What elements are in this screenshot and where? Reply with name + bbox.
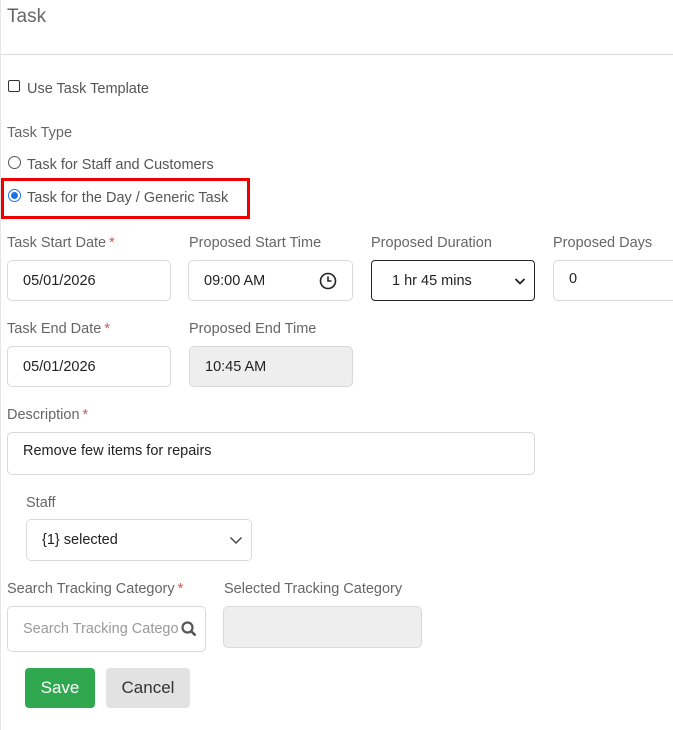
start-time-input[interactable]: 09:00 AM <box>188 260 353 301</box>
duration-value: 1 hr 45 mins <box>392 272 472 289</box>
tracking-search-label: Search Tracking Category * <box>7 581 184 597</box>
days-value: 0 <box>569 271 578 287</box>
required-marker: * <box>82 407 89 423</box>
start-time-label: Proposed Start Time <box>189 235 322 251</box>
use-template-checkbox[interactable] <box>8 80 20 92</box>
task-form-page: Task Use Task Template Task Type Task fo… <box>0 0 673 730</box>
end-time-label: Proposed End Time <box>189 321 317 337</box>
staff-label: Staff <box>26 495 56 511</box>
days-label: Proposed Days <box>553 235 653 251</box>
description-label: Description * <box>7 407 89 423</box>
tracking-selected-input <box>223 606 422 648</box>
radio-staff-customers[interactable] <box>8 156 21 169</box>
start-time-value: 09:00 AM <box>204 272 266 289</box>
page-title: Task <box>7 6 47 27</box>
end-time-input: 10:45 AM <box>189 346 353 387</box>
required-marker: * <box>177 581 184 597</box>
days-input[interactable]: 0 <box>553 260 673 301</box>
search-icon[interactable] <box>181 621 197 637</box>
end-date-label: Task End Date * <box>7 321 110 337</box>
staff-value: {1} selected <box>42 532 118 548</box>
staff-select[interactable]: {1} selected <box>26 519 252 561</box>
duration-label: Proposed Duration <box>371 235 492 251</box>
description-input[interactable]: Remove few items for repairs <box>7 432 535 475</box>
end-date-input[interactable]: 05/01/2026 <box>7 346 171 387</box>
duration-select[interactable]: 1 hr 45 mins <box>371 260 535 301</box>
description-value: Remove few items for repairs <box>23 443 212 459</box>
start-date-input[interactable]: 05/01/2026 <box>7 260 171 301</box>
radio-generic-task[interactable] <box>8 189 21 202</box>
cancel-button[interactable]: Cancel <box>106 668 190 708</box>
chevron-down-icon <box>514 275 526 287</box>
required-marker: * <box>109 235 115 251</box>
start-date-value: 05/01/2026 <box>23 272 96 289</box>
save-button[interactable]: Save <box>25 668 95 708</box>
end-date-value: 05/01/2026 <box>23 358 96 375</box>
form-header: Task <box>1 0 673 55</box>
required-marker: * <box>104 321 110 337</box>
chevron-down-icon <box>229 533 243 547</box>
task-type-label: Task Type <box>7 125 73 141</box>
start-date-label: Task Start Date * <box>7 235 115 251</box>
tracking-search-input[interactable]: Search Tracking Catego <box>7 606 206 652</box>
end-time-value: 10:45 AM <box>205 358 267 375</box>
radio-generic-task-label: Task for the Day / Generic Task <box>27 190 229 206</box>
radio-staff-customers-label: Task for Staff and Customers <box>27 157 214 173</box>
tracking-selected-label: Selected Tracking Category <box>224 581 403 597</box>
tracking-search-placeholder: Search Tracking Catego <box>23 621 179 637</box>
clock-icon[interactable] <box>319 272 337 290</box>
use-template-label: Use Task Template <box>27 81 149 97</box>
